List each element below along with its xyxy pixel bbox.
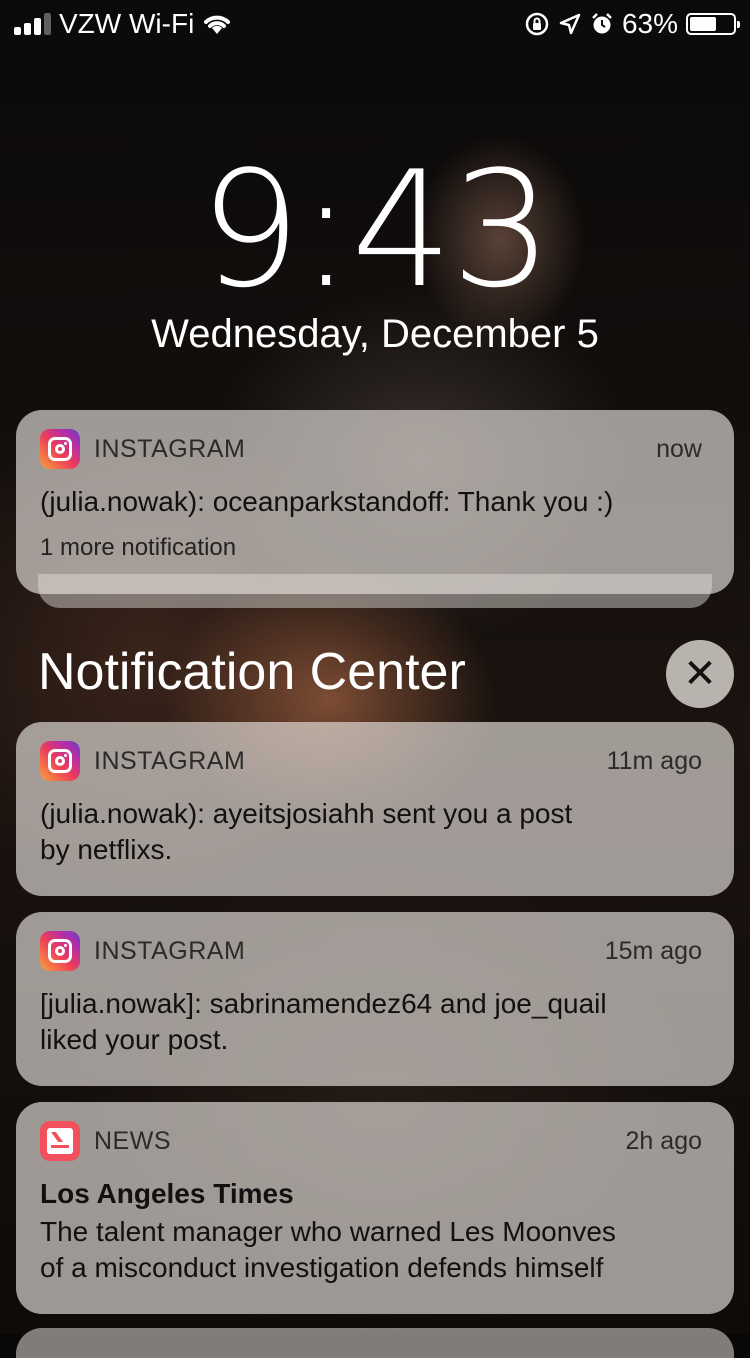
status-right: 63% [524,8,740,40]
lock-screen-time: 9:43 [199,136,552,323]
notification-body-line: The talent manager who warned Les Moonve… [40,1216,616,1247]
status-bar: VZW Wi-Fi 63% [0,0,750,48]
notification-time: 2h ago [625,1126,702,1155]
lock-screen-date: Wednesday, December 5 [151,312,599,356]
notification-header: INSTAGRAM 11m ago [40,740,710,782]
notification-app-name: NEWS [94,1126,171,1155]
notification-body-line: of a misconduct investigation defends hi… [40,1252,604,1283]
battery-percent: 63% [621,8,678,39]
notification-time: now [656,434,702,463]
status-left: VZW Wi-Fi [14,8,232,40]
notification-body: [julia.nowak]: sabrinamendez64 and joe_q… [40,986,710,1058]
news-app-icon [40,1121,80,1161]
notification-body-line: (julia.nowak): ayeitsjosiahh sent you a … [40,798,573,829]
notification-time: 11m ago [606,746,702,775]
notification-header: NEWS 2h ago [40,1120,710,1162]
close-icon: ✕ [683,652,717,696]
notification-header: INSTAGRAM 15m ago [40,930,710,972]
notification-app-name: INSTAGRAM [94,746,246,775]
instagram-app-icon [40,429,80,469]
notification-app-name: INSTAGRAM [94,936,246,965]
notification-body-line: liked your post. [40,1024,229,1055]
next-notification-card-edge[interactable] [16,1328,734,1358]
orientation-lock-icon [525,12,549,36]
battery-level-fill [690,17,717,31]
notification-center-title: Notification Center [38,643,466,701]
more-notifications-link[interactable]: 1 more notification [40,534,710,562]
instagram-app-icon [40,741,80,781]
notification-card-news[interactable]: NEWS 2h ago Los Angeles Times The talent… [16,1102,734,1314]
notification-app-name: INSTAGRAM [94,434,246,463]
notification-body-line: by netflixs. [40,834,173,865]
instagram-app-icon [40,931,80,971]
location-arrow-icon [559,13,581,35]
notification-header: INSTAGRAM now [40,428,710,470]
notification-card-instagram-now[interactable]: INSTAGRAM now (julia.nowak): oceanparkst… [16,410,734,594]
wifi-icon [204,15,231,34]
clear-notifications-button[interactable]: ✕ [666,640,734,708]
cellular-signal-icon [14,13,51,35]
alarm-clock-icon [592,13,612,34]
notification-body: The talent manager who warned Les Moonve… [40,1214,710,1286]
notification-body-line: [julia.nowak]: sabrinamendez64 and joe_q… [40,988,607,1019]
battery-icon [686,13,740,35]
carrier-label: VZW Wi-Fi [59,8,195,39]
notification-time: 15m ago [604,936,702,965]
notification-card-instagram-11m[interactable]: INSTAGRAM 11m ago (julia.nowak): ayeitsj… [16,722,734,896]
notification-card-instagram-15m[interactable]: INSTAGRAM 15m ago [julia.nowak]: sabrina… [16,912,734,1086]
notification-title: Los Angeles Times [40,1178,294,1209]
notification-body: (julia.nowak): ayeitsjosiahh sent you a … [40,796,710,868]
notification-body: (julia.nowak): oceanparkstandoff: Thank … [40,486,614,517]
